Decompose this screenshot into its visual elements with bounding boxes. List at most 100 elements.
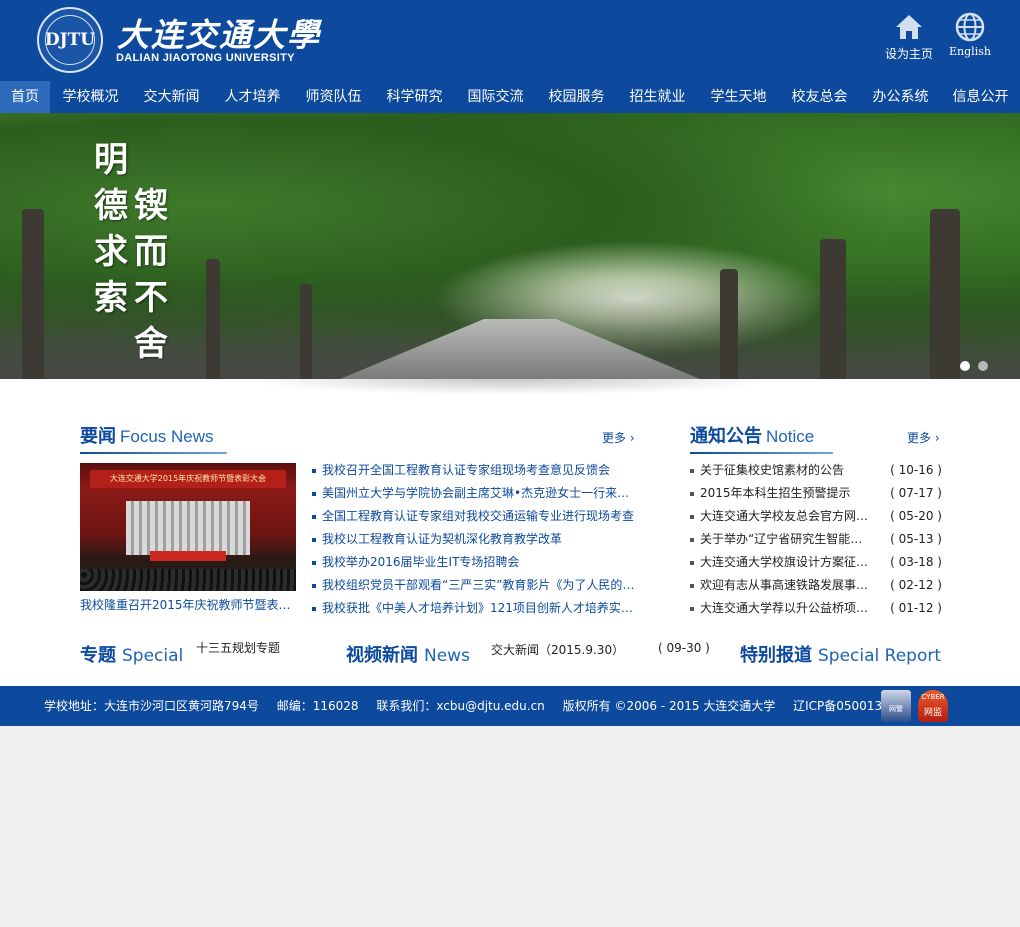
motto-char: 索 (94, 278, 128, 318)
notice-heading: 通知公告 Notice (690, 422, 833, 454)
notice-item: 关于举办“辽宁省研究生智能交通创新设计大赛”的通知 ( 05-13 ) (690, 528, 942, 551)
english-link[interactable]: English (940, 12, 1000, 58)
notice-item-title[interactable]: 2015年本科生招生预警提示 (700, 482, 874, 505)
focus-news-item[interactable]: 我校举办2016届毕业生IT专场招聘会 (312, 551, 638, 574)
notice-item-title[interactable]: 大连交通大学荐以升公益桥项目启动 (700, 597, 874, 620)
english-label: English (949, 45, 991, 58)
cyber-badge-icon[interactable]: CYBER 网监 (918, 690, 948, 722)
notice-item-date: ( 07-17 ) (890, 486, 942, 500)
notice-item: 2015年本科生招生预警提示 ( 07-17 ) (690, 482, 942, 505)
focus-news-title-en: Focus News (120, 427, 214, 446)
hero-banner: 明 德 求 索 锲 而 不 舍 (0, 113, 1020, 379)
video-news-link[interactable]: 交大新闻（2015.9.30） (491, 641, 624, 658)
nav-item-1[interactable]: 学校概况 (50, 81, 131, 113)
notice-item-date: ( 02-12 ) (890, 578, 942, 592)
focus-news-item[interactable]: 我校组织党员干部观看“三严三实”教育影片《为了人民的利益》 (312, 574, 638, 597)
university-name-cn[interactable]: 大连交通大學 (117, 10, 321, 56)
notice-title-cn: 通知公告 (690, 426, 762, 447)
notice-item-title[interactable]: 关于征集校史馆素材的公告 (700, 459, 874, 482)
nav-item-5[interactable]: 科学研究 (374, 81, 455, 113)
university-name-en[interactable]: DALIAN JIAOTONG UNIVERSITY (116, 52, 295, 64)
cyber-badge-label: 网监 (923, 708, 942, 718)
campus-road (340, 319, 700, 379)
motto-char: 而 (134, 232, 168, 272)
notice-item-title[interactable]: 关于举办“辽宁省研究生智能交通创新设计大赛”的通知 (700, 528, 874, 551)
focus-news-photo-caption[interactable]: 我校隆重召开2015年庆祝教师节暨表彰大会 (80, 596, 300, 613)
focus-news-list: 我校召开全国工程教育认证专家组现场考查意见反馈会 美国州立大学与学院协会副主席艾琳… (312, 459, 638, 620)
motto-char: 不 (134, 278, 168, 318)
footer-contact[interactable]: 联系我们：xcbu@djtu.edu.cn (376, 699, 544, 713)
notice-list: 关于征集校史馆素材的公告 ( 10-16 ) 2015年本科生招生预警提示 ( 07-… (690, 459, 942, 620)
notice-item: 关于征集校史馆素材的公告 ( 10-16 ) (690, 459, 942, 482)
nav-item-0[interactable]: 首页 (0, 81, 50, 113)
footer-address: 学校地址：大连市沙河口区黄河路794号 (44, 699, 259, 713)
focus-news-item[interactable]: 我校召开全国工程教育认证专家组现场考查意见反馈会 (312, 459, 638, 482)
report-title-en: Special Report (818, 646, 942, 666)
notice-item-date: ( 05-20 ) (890, 509, 942, 523)
site-header: DJTU 大连交通大學 DALIAN JIAOTONG UNIVERSITY 设… (0, 0, 1020, 81)
notice-underline (690, 452, 833, 454)
notice-title-en: Notice (766, 427, 815, 446)
report-title-cn: 特别报道 (740, 645, 812, 666)
police-badge-icon[interactable]: 网警 (881, 690, 911, 722)
notice-item-title[interactable]: 欢迎有志从事高速铁路发展事业的学子报考 (700, 574, 874, 597)
notice-item-date: ( 10-16 ) (890, 463, 942, 477)
footer-info: 学校地址：大连市沙河口区黄河路794号 邮编：116028 联系我们：xcbu@… (44, 686, 923, 726)
police-badge-label: 网警 (889, 705, 903, 713)
focus-news-photo[interactable]: 大连交通大学2015年庆祝教师节暨表彰大会 (80, 463, 296, 591)
special-title-en: Special (122, 646, 184, 666)
focus-news-more-link[interactable]: 更多 (602, 429, 635, 446)
special-section[interactable]: 专题 Special (80, 641, 183, 667)
banner-shadow (240, 379, 780, 395)
motto-column-right: 明 德 求 索 (94, 137, 134, 321)
notice-item: 大连交通大学校友总会官方网站正式开通 ( 05-20 ) (690, 505, 942, 528)
video-title-en: News (424, 646, 470, 666)
nav-item-3[interactable]: 人才培养 (212, 81, 293, 113)
notice-more-link[interactable]: 更多 (907, 429, 940, 446)
nav-item-12[interactable]: 信息公开 (941, 81, 1020, 113)
nav-item-4[interactable]: 师资队伍 (293, 81, 374, 113)
nav-item-8[interactable]: 招生就业 (617, 81, 698, 113)
motto-char: 锲 (134, 186, 168, 226)
slide-indicators (960, 361, 988, 371)
globe-icon (955, 12, 985, 42)
main-content: 要闻 Focus News 更多 通知公告 Notice 更多 大连交通大学20… (0, 379, 1020, 686)
photo-stage-banner: 大连交通大学2015年庆祝教师节暨表彰大会 (90, 470, 286, 488)
main-nav: 首页 学校概况 交大新闻 人才培养 师资队伍 科学研究 国际交流 校园服务 招生就业 学生天地 校友… (0, 81, 1020, 113)
slide-dot-1[interactable] (960, 361, 970, 371)
nav-item-10[interactable]: 校友总会 (779, 81, 860, 113)
focus-news-item[interactable]: 美国州立大学与学院协会副主席艾琳•杰克逊女士一行来校访问 (312, 482, 638, 505)
bottom-sections: 专题 Special 十三五规划专题 视频新闻 News 交大新闻（2015.9… (0, 641, 1020, 671)
notice-item-date: ( 05-13 ) (890, 532, 942, 546)
focus-news-item[interactable]: 全国工程教育认证专家组对我校交通运输专业进行现场考查 (312, 505, 638, 528)
motto-char: 舍 (134, 324, 168, 364)
focus-news-item[interactable]: 我校以工程教育认证为契机深化教育教学改革 (312, 528, 638, 551)
set-home-link[interactable]: 设为主页 (879, 12, 939, 62)
focus-news-underline (80, 452, 227, 454)
nav-item-11[interactable]: 办公系统 (860, 81, 941, 113)
nav-item-7[interactable]: 校园服务 (536, 81, 617, 113)
notice-item-date: ( 01-12 ) (890, 601, 942, 615)
special-title-cn: 专题 (80, 645, 116, 666)
set-home-label: 设为主页 (884, 47, 933, 61)
motto-char: 德 (94, 186, 128, 226)
video-section[interactable]: 视频新闻 News (346, 641, 470, 667)
focus-news-item[interactable]: 我校获批《中美人才培养计划》121项目创新人才培养实验区 (312, 597, 638, 620)
special-link-wrap: 十三五规划专题 (196, 639, 280, 656)
notice-item-title[interactable]: 大连交通大学校友总会官方网站正式开通 (700, 505, 874, 528)
footer-postcode: 邮编：116028 (276, 699, 359, 713)
notice-item-date: ( 03-18 ) (890, 555, 942, 569)
photo-stage-table (150, 551, 226, 561)
notice-item-title[interactable]: 大连交通大学校旗设计方案征集公告 (700, 551, 874, 574)
special-report-section[interactable]: 特别报道 Special Report (740, 641, 941, 667)
nav-item-9[interactable]: 学生天地 (698, 81, 779, 113)
focus-news-title-cn: 要闻 (80, 426, 116, 447)
focus-news-heading: 要闻 Focus News (80, 422, 227, 454)
slide-dot-2[interactable] (978, 361, 988, 371)
video-date-wrap: ( 09-30 ) (658, 641, 710, 655)
nav-item-6[interactable]: 国际交流 (455, 81, 536, 113)
motto-char: 明 (94, 140, 128, 180)
special-topic-link[interactable]: 十三五规划专题 (196, 639, 280, 656)
nav-item-2[interactable]: 交大新闻 (131, 81, 212, 113)
university-seal-logo[interactable]: DJTU (37, 7, 103, 73)
